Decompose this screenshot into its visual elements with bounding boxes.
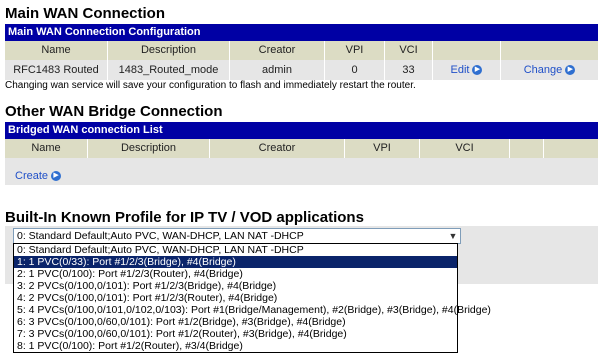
main-wan-title: Main WAN Connection — [5, 5, 165, 22]
change-link[interactable]: Change ▶ — [501, 60, 598, 80]
col-creator: Creator — [210, 139, 345, 158]
profile-title: Built-In Known Profile for IP TV / VOD a… — [5, 209, 364, 226]
edit-link[interactable]: Edit ▶ — [433, 60, 501, 80]
col-vci: VCI — [420, 139, 510, 158]
create-link[interactable]: Create ▶ — [15, 170, 62, 182]
create-label[interactable]: Create — [15, 170, 48, 182]
profile-selected-value: 0: Standard Default;Auto PVC, WAN-DHCP, … — [17, 230, 304, 242]
col-name: Name — [5, 139, 88, 158]
row-vpi: 0 — [325, 60, 385, 80]
row-vci: 33 — [385, 60, 433, 80]
arrow-right-icon[interactable]: ▶ — [472, 65, 483, 76]
bridge-list-body — [5, 158, 598, 185]
col-description: Description — [88, 139, 210, 158]
col-extra-2 — [544, 139, 598, 158]
profile-option-6[interactable]: 6: 3 PVCs(0/100,0/60,0/101): Port #1/2(B… — [14, 316, 457, 328]
col-vpi: VPI — [325, 41, 385, 60]
col-creator: Creator — [230, 41, 325, 60]
profile-option-1[interactable]: 1: 1 PVC(0/33): Port #1/2/3(Bridge), #4(… — [14, 256, 457, 268]
edit-label[interactable]: Edit — [451, 64, 470, 76]
row-name: RFC1483 Routed — [5, 60, 108, 80]
restart-note: Changing wan service will save your conf… — [5, 80, 416, 91]
row-creator: admin — [230, 60, 325, 80]
profile-option-2[interactable]: 2: 1 PVC(0/100): Port #1/2/3(Router), #4… — [14, 268, 457, 280]
col-vpi: VPI — [345, 139, 420, 158]
profile-option-4[interactable]: 4: 2 PVCs(0/100,0/101): Port #1/2/3(Rout… — [14, 292, 457, 304]
arrow-right-icon[interactable]: ▶ — [565, 65, 576, 76]
profile-option-3[interactable]: 3: 2 PVCs(0/100,0/101): Port #1/2/3(Brid… — [14, 280, 457, 292]
col-change — [501, 41, 598, 60]
col-vci: VCI — [385, 41, 433, 60]
col-name: Name — [5, 41, 108, 60]
main-wan-header-row: Name Description Creator VPI VCI — [5, 41, 598, 60]
bridge-list-bar: Bridged WAN connection List — [5, 122, 598, 139]
profile-option-5[interactable]: 5: 4 PVCs(0/100,0/101,0/102,0/103): Port… — [14, 304, 491, 316]
bridge-header-row: Name Description Creator VPI VCI — [5, 139, 598, 158]
change-label[interactable]: Change — [524, 64, 563, 76]
col-edit — [433, 41, 501, 60]
chevron-down-icon[interactable]: ▼ — [446, 229, 460, 243]
profile-option-0[interactable]: 0: Standard Default;Auto PVC, WAN-DHCP, … — [14, 244, 457, 256]
profile-option-7[interactable]: 7: 3 PVCs(0/100,0/60,0/101): Port #1/2(R… — [14, 328, 457, 340]
profile-option-8[interactable]: 8: 1 PVC(0/100): Port #1/2(Router), #3/4… — [14, 340, 457, 352]
profile-dropdown-list[interactable]: 0: Standard Default;Auto PVC, WAN-DHCP, … — [13, 243, 491, 353]
col-description: Description — [108, 41, 230, 60]
main-wan-config-bar: Main WAN Connection Configuration — [5, 24, 598, 41]
arrow-right-icon[interactable]: ▶ — [51, 171, 62, 182]
row-description: 1483_Routed_mode — [108, 60, 230, 80]
table-row: RFC1483 Routed 1483_Routed_mode admin 0 … — [5, 60, 598, 80]
col-extra-1 — [510, 139, 544, 158]
profile-select[interactable]: 0: Standard Default;Auto PVC, WAN-DHCP, … — [13, 228, 461, 244]
bridge-title: Other WAN Bridge Connection — [5, 103, 223, 120]
